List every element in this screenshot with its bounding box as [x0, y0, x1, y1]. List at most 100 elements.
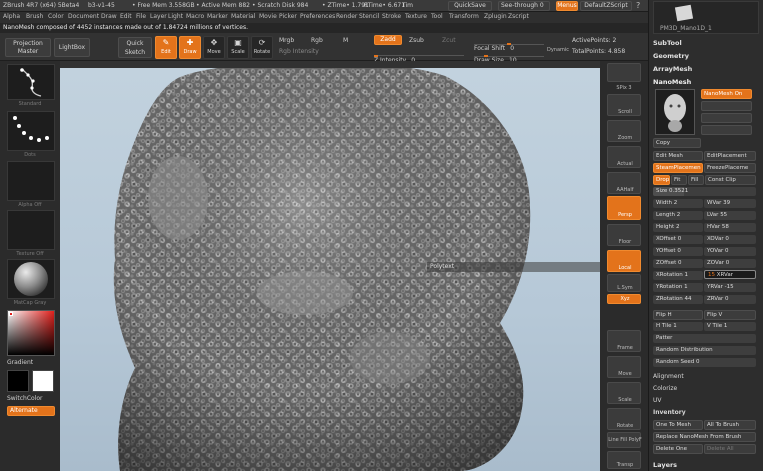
- menu-macro[interactable]: Macro: [186, 13, 204, 20]
- delete-all-button[interactable]: Delete All: [704, 444, 756, 454]
- rotate-button[interactable]: ⟳ Rotate: [251, 36, 273, 59]
- see-through-slider[interactable]: See-through 0: [498, 1, 550, 11]
- yoffset-slider[interactable]: YOffset 0: [653, 247, 703, 256]
- bpr-button[interactable]: [607, 63, 641, 82]
- steam-placement-button[interactable]: SteamPlacemen: [653, 163, 703, 173]
- quicksave-button[interactable]: QuickSave: [448, 1, 492, 11]
- edit-button[interactable]: ✎ Edit: [155, 36, 177, 59]
- width-slider[interactable]: Width 2: [653, 199, 703, 208]
- projection-master-button[interactable]: Projection Master: [5, 38, 51, 57]
- menu-document[interactable]: Document: [68, 13, 99, 20]
- brush-thumbnail[interactable]: [7, 64, 55, 100]
- flip-v-button[interactable]: Flip V: [704, 310, 756, 320]
- h-tile-slider[interactable]: H Tile 1: [653, 322, 703, 331]
- const-clip-button[interactable]: Const Clip: [705, 175, 756, 185]
- replace-nanomesh-button[interactable]: Replace NanoMesh From Brush: [653, 432, 756, 442]
- lightbox-button[interactable]: LightBox: [54, 38, 90, 57]
- zovar-slider[interactable]: ZOVar 0: [704, 259, 756, 268]
- random-seed-slider[interactable]: Random Seed 0: [653, 358, 756, 367]
- pattern-slider[interactable]: Patter: [653, 334, 756, 343]
- height-slider[interactable]: Height 2: [653, 223, 703, 232]
- menu-movie[interactable]: Movie: [259, 13, 277, 20]
- move-button[interactable]: ✥ Move: [203, 36, 225, 59]
- help-icon[interactable]: ?: [636, 1, 640, 10]
- yrvar-slider[interactable]: YRVar -15: [704, 283, 756, 292]
- copy-button[interactable]: Copy: [653, 138, 701, 148]
- alpha-thumbnail[interactable]: [7, 161, 55, 201]
- stroke-thumbnail[interactable]: [7, 111, 55, 151]
- random-distribution-slider[interactable]: Random Distribution: [653, 346, 756, 355]
- drop-button[interactable]: Drop: [653, 175, 670, 185]
- nanomesh-option-1[interactable]: [701, 101, 752, 111]
- viewport-scale-button[interactable]: Scale: [607, 382, 641, 404]
- scale-button[interactable]: ▣ Scale: [227, 36, 249, 59]
- menu-preferences[interactable]: Preferences: [300, 13, 335, 20]
- yovar-slider[interactable]: YOVar 0: [704, 247, 756, 256]
- alignment-section[interactable]: Alignment: [653, 372, 684, 382]
- menus-toggle[interactable]: Menus: [556, 1, 578, 11]
- subtool-section[interactable]: SubTool: [653, 38, 759, 49]
- xrotation-slider[interactable]: XRotation 1: [653, 271, 703, 280]
- menu-file[interactable]: File: [136, 13, 146, 20]
- hvar-slider[interactable]: HVar 58: [704, 223, 756, 232]
- canvas-viewport[interactable]: Polytext: [60, 68, 600, 471]
- menu-zscript[interactable]: Zscript: [508, 13, 529, 20]
- menu-marker[interactable]: Marker: [207, 13, 228, 20]
- menu-alpha[interactable]: Alpha: [3, 13, 20, 20]
- gradient-toggle[interactable]: Gradient: [7, 359, 33, 367]
- secondary-color-swatch[interactable]: [7, 370, 29, 392]
- nanomesh-preview[interactable]: [655, 89, 695, 135]
- persp-button[interactable]: Persp: [607, 196, 641, 220]
- m-toggle[interactable]: M: [343, 37, 348, 45]
- draw-size-slider[interactable]: Draw Size 10: [474, 47, 544, 64]
- all-to-brush-button[interactable]: All To Brush: [704, 420, 756, 430]
- alternate-toggle[interactable]: Alternate: [7, 406, 55, 416]
- polyf-button[interactable]: Line Fill PolyF: [607, 432, 642, 448]
- menu-layer[interactable]: Layer: [150, 13, 167, 20]
- nanomesh-section[interactable]: NanoMesh: [653, 77, 759, 88]
- one-to-mesh-button[interactable]: One To Mesh: [653, 420, 703, 430]
- viewport-move-button[interactable]: Move: [607, 356, 641, 378]
- v-tile-slider[interactable]: V Tile 1: [704, 322, 756, 331]
- menu-zplugin[interactable]: Zplugin: [484, 13, 507, 20]
- menu-stencil[interactable]: Stencil: [359, 13, 379, 20]
- uv-section[interactable]: UV: [653, 396, 662, 406]
- quick-sketch-button[interactable]: Quick Sketch: [118, 37, 152, 58]
- zrvar-slider[interactable]: ZRVar 0: [704, 295, 756, 304]
- menu-tool[interactable]: Tool: [431, 13, 443, 20]
- actual-button[interactable]: Actual: [607, 146, 641, 168]
- menu-light[interactable]: Light: [168, 13, 183, 20]
- focal-shift-slider[interactable]: Focal Shift 0: [474, 35, 544, 52]
- z-intensity-slider[interactable]: Z Intensity 0: [374, 47, 464, 64]
- tool-thumbnail-strip[interactable]: PM3D_Mano1D_1: [653, 1, 759, 34]
- layers-section[interactable]: Layers: [653, 460, 759, 471]
- freeze-placement-button[interactable]: FreezePlaceme: [704, 163, 756, 173]
- xrvar-slider[interactable]: 15 XRVar: [704, 270, 756, 279]
- nanomesh-on-toggle[interactable]: NanoMesh On: [701, 89, 752, 99]
- xoffset-slider[interactable]: XOffset 0: [653, 235, 703, 244]
- menu-stroke[interactable]: Stroke: [382, 13, 401, 20]
- rgb-intensity-slider[interactable]: Rgb Intensity: [279, 48, 319, 56]
- menu-render[interactable]: Render: [336, 13, 357, 20]
- aahalf-button[interactable]: AAHalf: [607, 172, 641, 194]
- local-button[interactable]: Local: [607, 250, 641, 272]
- inventory-section[interactable]: Inventory: [653, 408, 686, 418]
- scroll-button[interactable]: Scroll: [607, 94, 641, 116]
- fit-button[interactable]: Fit: [671, 175, 687, 185]
- zrotation-slider[interactable]: ZRotation 44: [653, 295, 703, 304]
- menu-draw[interactable]: Draw: [101, 13, 117, 20]
- menu-transform[interactable]: Transform: [449, 13, 479, 20]
- menu-texture[interactable]: Texture: [405, 13, 427, 20]
- menu-edit[interactable]: Edit: [120, 13, 132, 20]
- zsub-button[interactable]: Zsub: [409, 37, 424, 45]
- delete-one-button[interactable]: Delete One: [653, 444, 703, 454]
- frame-button[interactable]: Frame: [607, 330, 641, 352]
- size-slider[interactable]: Size 0.3521: [653, 187, 756, 196]
- xyz-button[interactable]: Xyz: [607, 294, 641, 304]
- switch-color-button[interactable]: SwitchColor: [7, 395, 43, 403]
- menu-picker[interactable]: Picker: [279, 13, 297, 20]
- nanomesh-option-3[interactable]: [701, 125, 752, 135]
- transp-button[interactable]: Transp: [607, 451, 641, 469]
- lsym-button[interactable]: L.Sym: [607, 274, 641, 292]
- zadd-button[interactable]: Zadd: [374, 35, 402, 45]
